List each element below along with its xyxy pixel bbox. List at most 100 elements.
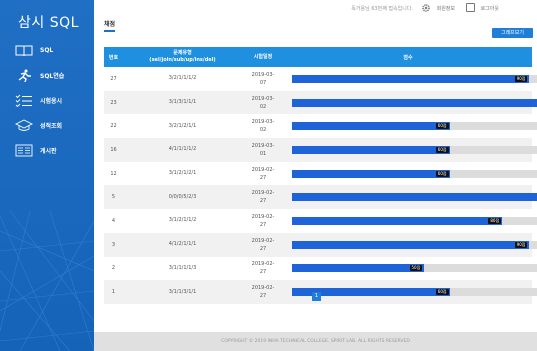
score-bar-fill <box>292 216 503 225</box>
sidebar-item-sql-practice[interactable]: SQL연습 <box>0 65 94 86</box>
cell-score: 60점 <box>284 114 537 138</box>
cell-date-line2: 27 <box>259 174 267 181</box>
cell-num: 16 <box>110 146 117 153</box>
cell-type: 3/1/2/1/2/1 <box>168 170 197 177</box>
gear-icon[interactable] <box>421 3 431 13</box>
cell-date-line2: 07 <box>259 79 267 86</box>
cell-date-line2: 27 <box>259 245 267 252</box>
view-graph-button[interactable]: 그래프보기 <box>492 28 533 38</box>
sidebar-item-board[interactable]: 게시판 <box>0 140 94 161</box>
score-badge: 60점 <box>435 123 449 130</box>
cell-date: 2019-02- 27 <box>242 213 284 229</box>
cell-num: 3 <box>111 241 116 248</box>
cell-score: 80점 <box>284 209 537 233</box>
cell-date: 2019-02- 27 <box>242 284 284 300</box>
cell-date-line1: 2019-02- <box>251 190 275 197</box>
score-bar-fill <box>292 169 450 178</box>
header-type-title: 문제유형 <box>173 50 192 56</box>
cell-num: 2 <box>111 265 116 272</box>
cell-type: 3/1/1/1/1/3 <box>168 264 197 271</box>
cell-score: 50점 <box>284 257 537 281</box>
score-bar-track: 60점 <box>292 145 537 154</box>
header-num: 번호 <box>108 54 119 61</box>
cell-num: 12 <box>110 170 117 177</box>
cell-num: 1 <box>111 289 116 296</box>
cell-date-line1: 2019-02- <box>251 285 275 292</box>
header-type: 문제유형 (sel/join/sub/up/ins/del) <box>123 50 242 64</box>
sidebar: 삼시 SQL SQL SQL연습 시험응시 성적조회 게시판 <box>0 0 94 351</box>
score-bar-fill <box>292 74 529 83</box>
app-logo[interactable]: 삼시 SQL <box>18 12 79 32</box>
cell-type: 3/2/1/2/1/1 <box>168 122 197 129</box>
table-row[interactable]: 27 3/2/1/1/1/2 2019-03- 07 90점 <box>104 67 537 91</box>
cell-score: 60점 <box>284 280 537 304</box>
top-bar: 독거용님 63번째 접속입니다. 회원정보 로그아웃 <box>94 0 537 18</box>
sidebar-item-grades[interactable]: 성적조회 <box>0 115 94 136</box>
cell-num: 4 <box>111 217 116 224</box>
cell-date-line2: 27 <box>259 269 267 276</box>
cell-date: 2019-02- 27 <box>242 237 284 253</box>
score-bar-track: 80점 <box>292 216 537 225</box>
score-bar-track: 100점 <box>292 98 537 107</box>
cell-score: 100점 <box>284 185 537 209</box>
cell-date: 2019-03- 07 <box>242 71 284 87</box>
tab-grading[interactable]: 채점 <box>104 19 116 32</box>
sidebar-item-exam[interactable]: 시험응시 <box>0 90 94 111</box>
table-row[interactable]: 3 4/1/2/1/1/1 2019-02- 27 90점 <box>104 232 537 257</box>
cell-date: 2019-02- 27 <box>242 189 284 205</box>
table-row[interactable]: 16 4/1/1/1/1/2 2019-03- 01 60점 <box>104 138 537 162</box>
cell-score: 60점 <box>284 138 537 162</box>
table-row[interactable]: 23 3/1/3/1/1/1 2019-03-02 100점 <box>104 90 537 115</box>
score-badge: 90점 <box>514 75 528 82</box>
cell-date-line2: 02 <box>259 103 267 110</box>
cell-date-line2: 01 <box>259 150 267 157</box>
cell-date-line1: 2019-03- <box>251 95 275 102</box>
table-row[interactable]: 12 3/1/2/1/2/1 2019-02- 27 60점 <box>104 162 537 186</box>
cell-date-line2: 27 <box>259 221 267 228</box>
sidebar-item-label: SQL연습 <box>40 73 65 80</box>
header-type-sub: (sel/join/sub/up/ins/del) <box>149 57 216 63</box>
cell-type: 3/2/1/1/1/2 <box>168 75 197 82</box>
table-row[interactable]: 2 3/1/1/1/1/3 2019-02- 27 50점 <box>104 257 537 281</box>
table-row[interactable]: 4 3/1/2/1/1/2 2019-02- 27 80점 <box>104 209 537 233</box>
score-bar-track: 60점 <box>292 288 537 297</box>
cell-num: 22 <box>110 123 117 130</box>
score-bar-track: 100점 <box>292 193 537 202</box>
table-row[interactable]: 5 0/0/0/5/2/3 2019-02-27 100점 <box>104 185 537 210</box>
sidebar-item-sql[interactable]: SQL <box>0 40 94 61</box>
footer-copyright: COPYRIGHT © 2019 INHA TECHNICAL COLLEGE.… <box>94 332 537 351</box>
cell-num: 27 <box>110 75 117 82</box>
table-row[interactable]: 22 3/2/1/2/1/1 2019-03- 02 60점 <box>104 114 537 138</box>
cell-type: 3/1/3/1/1/1 <box>168 99 197 106</box>
cell-score: 90점 <box>284 233 537 257</box>
score-bar-fill <box>292 122 450 131</box>
header-score: 점수 <box>403 54 413 61</box>
logout-icon[interactable] <box>466 3 475 12</box>
score-badge: 90점 <box>514 241 528 248</box>
decorative-lines <box>0 211 94 351</box>
grades-table: 번호 문제유형 (sel/join/sub/up/ins/del) 시험일정 점… <box>104 47 537 304</box>
cell-score: 100점 <box>284 91 537 115</box>
pagination-page-1[interactable]: 1 <box>312 292 321 301</box>
logout-link[interactable]: 로그아웃 <box>481 5 499 12</box>
score-bar-track: 50점 <box>292 264 537 273</box>
score-badge: 60점 <box>435 289 449 296</box>
cell-type: 4/1/2/1/1/1 <box>168 241 197 248</box>
cell-score: 90점 <box>284 67 537 91</box>
score-bar-fill <box>292 98 537 107</box>
checklist-icon <box>14 94 34 108</box>
score-badge: 80점 <box>488 217 502 224</box>
score-bar-fill <box>292 240 529 249</box>
cell-date-line2: 02 <box>259 127 267 134</box>
score-badge: 60점 <box>435 146 449 153</box>
cell-date-line1: 2019-02- <box>251 213 275 220</box>
book-icon <box>14 44 34 58</box>
cell-date: 2019-02- 27 <box>242 166 284 182</box>
cell-num: 23 <box>110 99 117 106</box>
board-icon <box>14 144 34 158</box>
score-bar-fill <box>292 264 424 273</box>
cell-date-line1: 2019-02- <box>251 166 275 173</box>
my-info-link[interactable]: 회원정보 <box>437 5 455 12</box>
table-body: 27 3/2/1/1/1/2 2019-03- 07 90점 23 3/1/3/1/1/1 2… <box>104 67 537 304</box>
cell-type: 4/1/1/1/1/2 <box>168 146 197 153</box>
